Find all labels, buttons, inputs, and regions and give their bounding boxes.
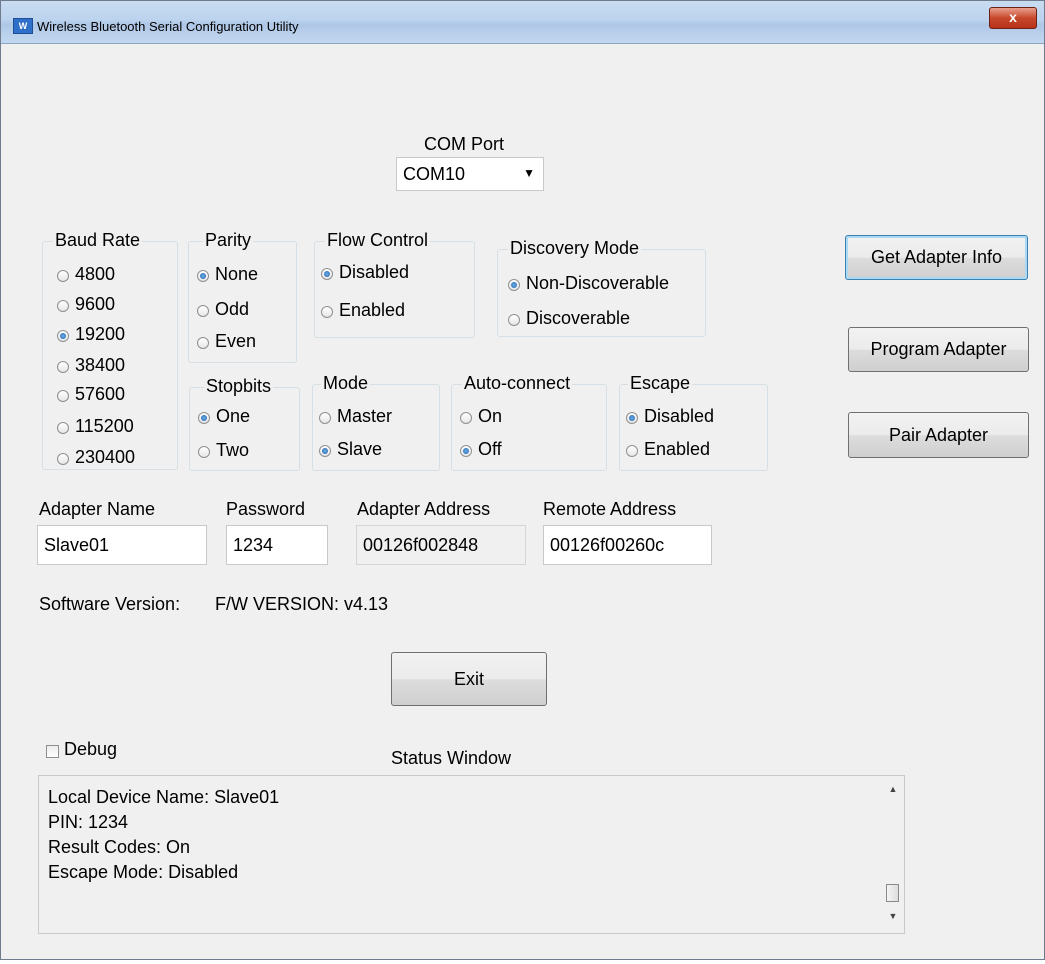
radio-circle-icon (57, 390, 69, 402)
com-port-value: COM10 (403, 164, 466, 184)
stopbits-label: Stopbits (204, 376, 274, 397)
radio-label: Odd (215, 299, 250, 319)
adapter-name-field[interactable]: Slave01 (37, 525, 207, 565)
radio-selected-icon (460, 445, 472, 457)
radio-label: One (216, 406, 251, 426)
status-window[interactable]: Local Device Name: Slave01 PIN: 1234 Res… (38, 775, 905, 934)
discovery-mode-label: Discovery Mode (508, 238, 642, 259)
radio-circle-icon (508, 314, 520, 326)
radio-selected-icon (198, 412, 210, 424)
radio-label: 19200 (75, 324, 126, 344)
debug-label: Debug (64, 739, 118, 759)
escape-group: Escape Disabled Enabled (619, 373, 768, 471)
radio-circle-icon (319, 412, 331, 424)
radio-label: Discoverable (526, 308, 631, 328)
auto-connect-label: Auto-connect (462, 373, 573, 394)
password-field[interactable]: 1234 (226, 525, 328, 565)
com-port-label: COM Port (424, 134, 505, 154)
close-button[interactable]: x (989, 7, 1037, 29)
radio-label: Enabled (339, 300, 406, 320)
radio-label: Two (216, 440, 250, 460)
scroll-up-icon[interactable]: ▲ (882, 784, 904, 794)
flow-control-group: Flow Control Disabled Enabled (314, 230, 475, 338)
adapter-name-label: Adapter Name (39, 499, 156, 519)
radio-selected-icon (197, 270, 209, 282)
radio-circle-icon (197, 337, 209, 349)
auto-connect-group: Auto-connect On Off (451, 373, 607, 471)
pair-adapter-button[interactable]: Pair Adapter (848, 412, 1029, 458)
radio-label: 38400 (75, 355, 126, 375)
window-title: Wireless Bluetooth Serial Configuration … (37, 19, 299, 34)
radio-label: Disabled (644, 406, 715, 426)
radio-label: 9600 (75, 294, 116, 314)
adapter-address-label: Adapter Address (357, 499, 491, 519)
exit-button[interactable]: Exit (391, 652, 547, 706)
get-adapter-info-button[interactable]: Get Adapter Info (845, 235, 1028, 280)
status-line: Result Codes: On (48, 837, 191, 857)
radio-selected-icon (319, 445, 331, 457)
scroll-thumb[interactable] (886, 884, 899, 902)
parity-label: Parity (203, 230, 254, 251)
radio-label: Master (337, 406, 393, 426)
radio-circle-icon (57, 361, 69, 373)
password-label: Password (226, 499, 306, 519)
radio-label: 4800 (75, 264, 116, 284)
radio-circle-icon (57, 422, 69, 434)
escape-label: Escape (628, 373, 693, 394)
radio-label: Non-Discoverable (526, 273, 670, 293)
radio-label: 115200 (75, 416, 134, 436)
app-icon: W (13, 18, 33, 34)
radio-label: Even (215, 331, 257, 351)
chevron-down-icon: ▼ (523, 166, 535, 180)
radio-label: On (478, 406, 503, 426)
radio-selected-icon (321, 268, 333, 280)
radio-selected-icon (626, 412, 638, 424)
remote-address-label: Remote Address (543, 499, 677, 519)
software-version-label: Software Version: (39, 594, 181, 614)
mode-group: Mode Master Slave (312, 373, 440, 471)
program-adapter-button[interactable]: Program Adapter (848, 327, 1029, 372)
radio-circle-icon (460, 412, 472, 424)
radio-label: Slave (337, 439, 383, 459)
radio-label: Disabled (339, 262, 410, 282)
radio-circle-icon (57, 300, 69, 312)
adapter-address-field: 00126f002848 (356, 525, 526, 565)
parity-group: Parity None Odd Even (188, 230, 297, 363)
baud-rate-label: Baud Rate (53, 230, 143, 251)
discovery-mode-group: Discovery Mode Non-Discoverable Discover… (497, 238, 706, 337)
radio-label: 230400 (75, 447, 136, 467)
radio-label: 57600 (75, 384, 126, 404)
app-window: W Wireless Bluetooth Serial Configuratio… (0, 0, 1045, 960)
radio-label: Enabled (644, 439, 711, 459)
software-version-value: F/W VERSION: v4.13 (215, 594, 389, 614)
scroll-down-icon[interactable]: ▼ (882, 911, 904, 921)
client-area: COM Port COM10 ▼ Baud Rate 4800 9600 192… (1, 44, 1044, 959)
status-line: PIN: 1234 (48, 812, 129, 832)
radio-circle-icon (57, 453, 69, 465)
radio-circle-icon (321, 306, 333, 318)
flow-control-label: Flow Control (325, 230, 431, 251)
radio-label: None (215, 264, 259, 284)
com-port-select[interactable]: COM10 ▼ (396, 157, 544, 191)
status-line: Escape Mode: Disabled (48, 862, 239, 882)
radio-selected-icon (57, 330, 69, 342)
radio-selected-icon (508, 279, 520, 291)
radio-circle-icon (197, 305, 209, 317)
baud-rate-group: Baud Rate 4800 9600 19200 38400 57600 11… (42, 230, 178, 470)
status-line: Local Device Name: Slave01 (48, 787, 280, 807)
radio-circle-icon (57, 270, 69, 282)
mode-label: Mode (321, 373, 371, 394)
stopbits-group: Stopbits One Two (189, 376, 300, 471)
remote-address-field[interactable]: 00126f00260c (543, 525, 712, 565)
radio-label: Off (478, 439, 502, 459)
debug-checkbox[interactable] (46, 745, 59, 758)
status-window-label: Status Window (391, 748, 512, 768)
radio-circle-icon (198, 446, 210, 458)
radio-circle-icon (626, 445, 638, 457)
vertical-scrollbar[interactable]: ▲ ▼ (882, 776, 904, 933)
title-bar[interactable]: W Wireless Bluetooth Serial Configuratio… (1, 1, 1044, 44)
